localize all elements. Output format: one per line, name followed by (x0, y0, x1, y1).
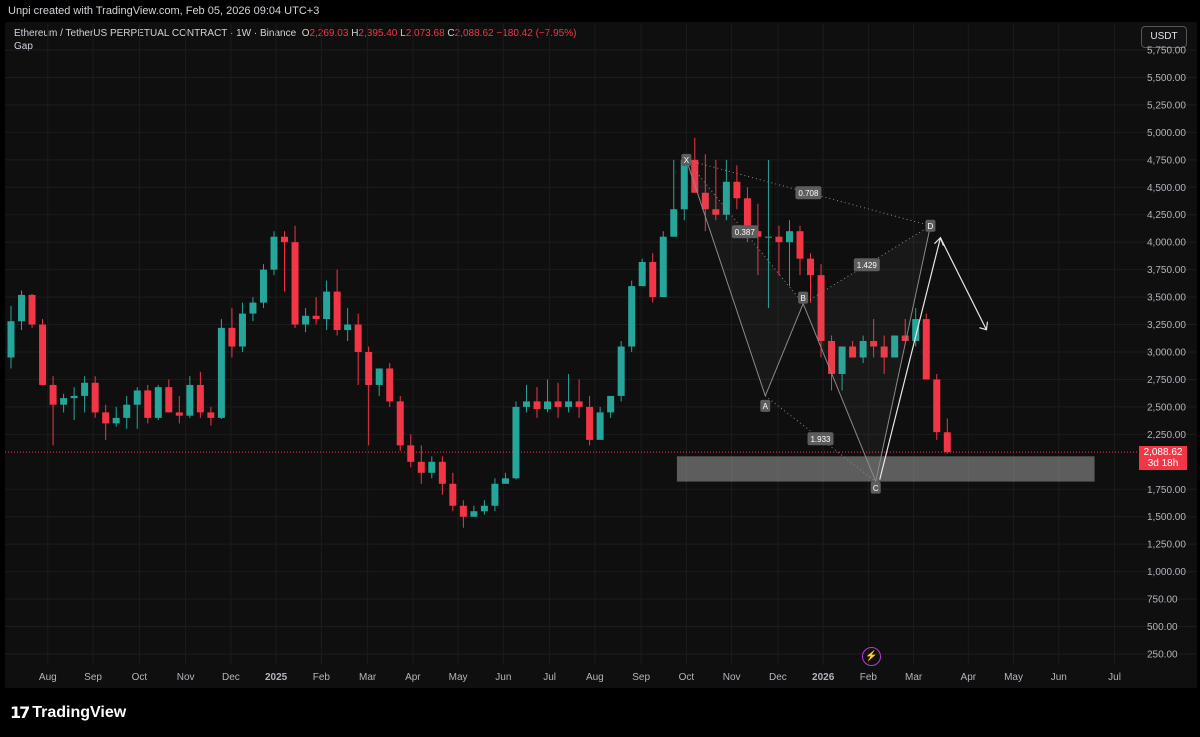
chart-window: Unpi created with TradingView.com, Feb 0… (0, 0, 1200, 737)
tradingview-mark-icon: 17 (10, 703, 30, 722)
lightning-icon[interactable]: ⚡ (862, 647, 881, 666)
ohlc-change: −180.42 (−7.95%) (496, 28, 577, 39)
logo-text: TradingView (32, 703, 127, 721)
chart-area[interactable] (5, 22, 1197, 688)
ohlc-close: 2,088.62 (454, 28, 494, 39)
indicator-gap-label[interactable]: Gap (14, 41, 33, 52)
currency-button[interactable]: USDT (1141, 26, 1187, 48)
tradingview-logo[interactable]: 17 TradingView (10, 703, 126, 722)
ohlc-low: 2,073.68 (405, 28, 445, 39)
ohlc-close-label: C (447, 28, 455, 39)
last-price-badge: 2,088.62 3d 18h (1139, 446, 1187, 470)
last-price-value: 2,088.62 (1143, 447, 1183, 458)
ohlc-open: 2,269.03 (309, 28, 349, 39)
symbol-name[interactable]: Ethereum / TetherUS PERPETUAL CONTRACT ·… (14, 28, 296, 39)
ohlc-high: 2,395.40 (358, 28, 398, 39)
symbol-legend: Ethereum / TetherUS PERPETUAL CONTRACT ·… (14, 28, 576, 39)
bar-countdown: 3d 18h (1147, 458, 1179, 469)
credit-line: Unpi created with TradingView.com, Feb 0… (8, 5, 320, 17)
